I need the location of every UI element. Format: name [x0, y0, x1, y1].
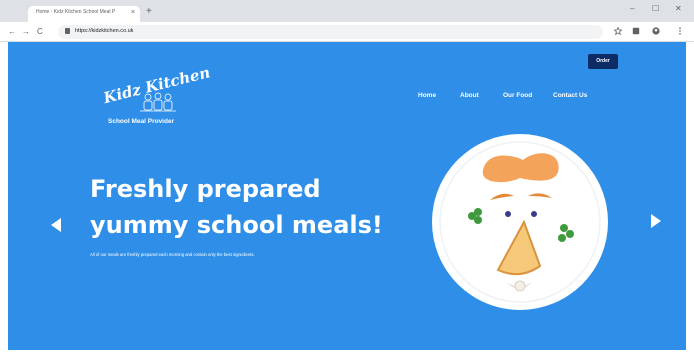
carousel-next-arrow-icon[interactable]	[651, 214, 661, 228]
browser-toolbar: ← → C https://kidzkitchen.co.uk	[0, 22, 694, 42]
nav-about[interactable]: About	[460, 92, 479, 99]
close-window-button[interactable]: ✕	[675, 4, 682, 14]
hero-title-line2: yummy school meals!	[90, 211, 383, 239]
hero-description: All of our meals are freshly prepared ea…	[90, 252, 255, 257]
hero-section: Kidz Kitchen School Meal Provider Order …	[8, 42, 686, 350]
extensions-icon[interactable]	[632, 27, 640, 35]
lock-icon	[65, 28, 70, 34]
reload-button[interactable]: C	[37, 26, 43, 37]
browser-tabstrip: Home - Kidz Kitchen School Meal P × + – …	[0, 0, 694, 22]
maximize-button[interactable]: ☐	[652, 4, 659, 14]
food-plate-image	[432, 134, 608, 310]
new-tab-button[interactable]: +	[146, 6, 152, 18]
nav-home[interactable]: Home	[418, 92, 436, 99]
hero-title-line1: Freshly prepared	[90, 175, 321, 203]
carousel-prev-arrow-icon[interactable]	[51, 218, 61, 232]
browser-tab[interactable]: Home - Kidz Kitchen School Meal P ×	[28, 6, 140, 22]
tab-close-icon[interactable]: ×	[131, 8, 135, 18]
address-bar[interactable]: https://kidzkitchen.co.uk	[58, 25, 603, 39]
url-text: https://kidzkitchen.co.uk	[75, 28, 134, 34]
minimize-button[interactable]: –	[630, 4, 634, 14]
tab-title: Home - Kidz Kitchen School Meal P	[36, 9, 116, 15]
menu-icon[interactable]	[676, 27, 684, 35]
nav-contact-us[interactable]: Contact Us	[553, 92, 587, 99]
profile-icon[interactable]	[652, 27, 660, 35]
logo-subtitle: School Meal Provider	[108, 118, 175, 125]
order-button[interactable]: Order	[588, 54, 618, 69]
forward-button[interactable]: →	[22, 26, 30, 37]
back-button[interactable]: ←	[8, 26, 16, 37]
star-icon[interactable]	[614, 27, 622, 35]
logo-text: Kidz Kitchen	[101, 63, 212, 107]
nav-our-food[interactable]: Our Food	[503, 92, 532, 99]
